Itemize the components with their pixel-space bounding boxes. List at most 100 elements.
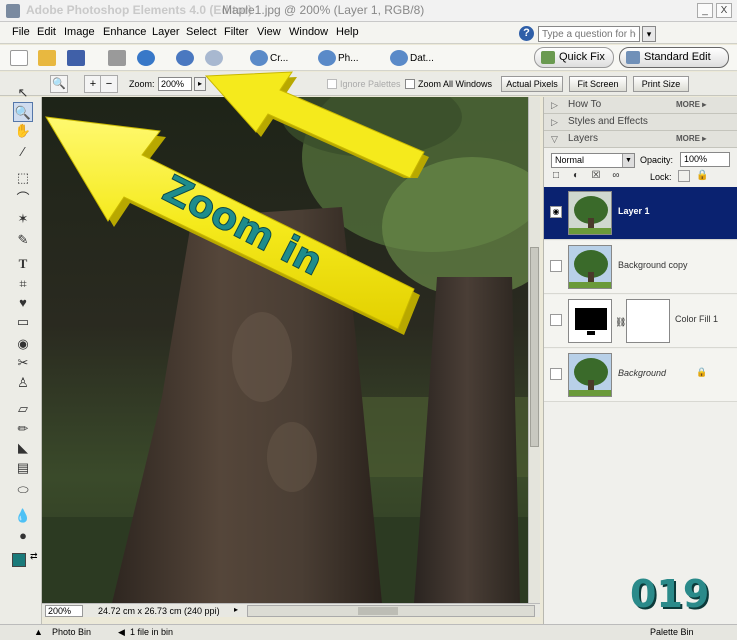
styles-effects-palette-header[interactable]: ▷ Styles and Effects — [544, 114, 737, 131]
lock-all-icon[interactable]: 🔒 — [696, 170, 708, 182]
help-search-input[interactable] — [538, 26, 640, 42]
visibility-eye-icon[interactable]: ◉ — [550, 206, 562, 218]
close-button[interactable]: X — [716, 3, 732, 18]
layer-row-color-fill-1[interactable]: ⛓ Color Fill 1 — [544, 295, 737, 348]
cookie-cutter-icon[interactable]: ♥ — [13, 293, 33, 313]
magic-wand-icon[interactable]: ✶ — [13, 209, 33, 229]
visibility-eye-icon[interactable] — [550, 260, 562, 272]
title-bar: Adobe Photoshop Elements 4.0 (Editor) Ma… — [0, 0, 737, 22]
foreground-color-swatch[interactable] — [12, 553, 26, 567]
palette-bin: ▷ How To MORE ▸ ▷ Styles and Effects ▽ L… — [543, 97, 737, 624]
layers-more-menu[interactable]: MORE ▸ — [676, 134, 706, 143]
new-layer-icon[interactable]: □ — [550, 170, 562, 182]
document-size-info: 24.72 cm x 26.73 cm (240 ppi) — [98, 606, 220, 616]
menu-window[interactable]: Window — [289, 26, 328, 38]
photomerge-icon[interactable] — [318, 50, 336, 66]
blur-icon[interactable]: 💧 — [13, 506, 33, 526]
vertical-scrollbar[interactable] — [528, 97, 540, 603]
fit-screen-button[interactable]: Fit Screen — [569, 76, 627, 92]
layer-thumbnail — [568, 245, 612, 289]
visibility-eye-icon[interactable] — [550, 314, 562, 326]
how-to-more-menu[interactable]: MORE ▸ — [676, 100, 706, 109]
bin-nav-icon[interactable]: ◀ — [118, 627, 125, 638]
print-size-button[interactable]: Print Size — [633, 76, 689, 92]
horizontal-scroll-thumb[interactable] — [358, 607, 398, 615]
layer-row-background-copy[interactable]: Background copy — [544, 241, 737, 294]
blend-mode-value: Normal — [555, 155, 585, 165]
help-search-dropdown[interactable]: ▾ — [642, 26, 656, 42]
menu-select[interactable]: Select — [186, 26, 217, 38]
menu-filter[interactable]: Filter — [224, 26, 248, 38]
shape-tool-icon[interactable]: ⬭ — [13, 480, 33, 500]
how-to-palette-header[interactable]: ▷ How To MORE ▸ — [544, 97, 737, 114]
opacity-label: Opacity: — [640, 155, 674, 165]
blend-mode-select[interactable]: Normal ▼ — [551, 153, 635, 168]
menu-image[interactable]: Image — [64, 26, 95, 38]
straighten-icon[interactable]: ▭ — [13, 312, 33, 332]
palette-bin-label[interactable]: Palette Bin — [650, 627, 694, 637]
horizontal-scrollbar[interactable] — [247, 605, 535, 617]
actual-pixels-button[interactable]: Actual Pixels — [501, 76, 563, 92]
hand-tool-icon[interactable]: ✋ — [13, 121, 33, 141]
crop-tool-icon[interactable]: ⌗ — [13, 274, 33, 294]
lock-transparency-icon[interactable] — [678, 170, 690, 182]
help-icon[interactable]: ? — [519, 26, 534, 41]
photo-bin-toggle-icon[interactable]: ▲ — [34, 627, 43, 637]
step-backward-icon[interactable] — [176, 50, 194, 66]
menu-edit[interactable]: Edit — [37, 26, 56, 38]
quick-fix-label: Quick Fix — [559, 51, 605, 63]
layer-row-background[interactable]: Background 🔒 — [544, 349, 737, 402]
move-tool-icon[interactable]: ↖ — [13, 83, 33, 103]
status-menu-arrow-icon[interactable]: ▸ — [234, 605, 238, 614]
new-file-icon[interactable] — [10, 50, 28, 66]
date-view-icon[interactable] — [390, 50, 408, 66]
menu-help[interactable]: Help — [336, 26, 359, 38]
adjustment-layer-icon[interactable]: ◐ — [570, 170, 582, 182]
minimize-button[interactable]: _ — [697, 3, 713, 18]
selection-brush-icon[interactable]: ✎ — [13, 230, 33, 250]
status-zoom-field[interactable]: 200% — [45, 605, 83, 617]
quick-fix-button[interactable]: Quick Fix — [534, 47, 614, 68]
gradient-icon[interactable]: ▤ — [13, 458, 33, 478]
create-icon[interactable] — [250, 50, 268, 66]
step-forward-icon[interactable] — [205, 50, 223, 66]
paint-bucket-icon[interactable]: ◣ — [13, 438, 33, 458]
visibility-eye-icon[interactable] — [550, 368, 562, 380]
open-folder-icon[interactable] — [38, 50, 56, 66]
save-icon[interactable] — [67, 50, 85, 66]
standard-edit-button[interactable]: Standard Edit — [619, 47, 729, 68]
marquee-icon[interactable]: ⬚ — [13, 168, 33, 188]
zoom-tool-icon[interactable]: 🔍 — [13, 102, 33, 122]
zoom-input[interactable] — [158, 77, 192, 91]
layers-palette-header[interactable]: ▽ Layers MORE ▸ — [544, 131, 737, 148]
create-label[interactable]: Cr... — [270, 53, 288, 64]
eyedropper-icon[interactable]: ∕ — [13, 142, 33, 162]
red-eye-icon[interactable]: ◉ — [13, 334, 33, 354]
eraser-icon[interactable]: ▱ — [13, 399, 33, 419]
zoom-field-arrow-annotation — [204, 71, 429, 178]
clone-stamp-icon[interactable]: ♙ — [13, 373, 33, 393]
zoom-out-icon[interactable]: − — [100, 75, 118, 93]
layer-row-layer-1[interactable]: ◉ Layer 1 — [544, 187, 737, 240]
delete-layer-icon[interactable]: ☒ — [590, 170, 602, 182]
menu-enhance[interactable]: Enhance — [103, 26, 146, 38]
vertical-scroll-thumb[interactable] — [530, 247, 539, 447]
tree-thumbnail-icon — [569, 246, 611, 288]
lasso-icon[interactable]: ⌒ — [13, 189, 33, 209]
photomerge-label[interactable]: Ph... — [338, 53, 359, 64]
sponge-icon[interactable]: ● — [13, 526, 33, 546]
date-view-label[interactable]: Dat... — [410, 53, 434, 64]
swap-colors-icon[interactable]: ⇄ — [30, 551, 38, 562]
menu-file[interactable]: File — [12, 26, 30, 38]
pencil-icon[interactable]: ✏ — [13, 419, 33, 439]
type-tool-icon[interactable]: T — [13, 254, 33, 274]
menu-layer[interactable]: Layer — [152, 26, 180, 38]
online-services-icon[interactable] — [137, 50, 155, 66]
menu-view[interactable]: View — [257, 26, 281, 38]
opacity-input[interactable]: 100% — [680, 152, 730, 167]
print-icon[interactable] — [108, 50, 126, 66]
tree-thumbnail-icon — [569, 192, 611, 234]
link-layers-icon[interactable]: ∞ — [610, 170, 622, 182]
photo-bin-label[interactable]: Photo Bin — [52, 627, 91, 637]
healing-brush-icon[interactable]: ✂ — [13, 353, 33, 373]
